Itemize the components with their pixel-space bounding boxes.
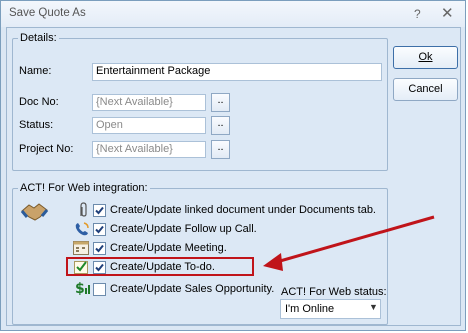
annotation-arrow <box>263 215 435 271</box>
save-quote-dialog: Save Quote As ? ✕ Details: Name: Enterta… <box>0 0 466 331</box>
